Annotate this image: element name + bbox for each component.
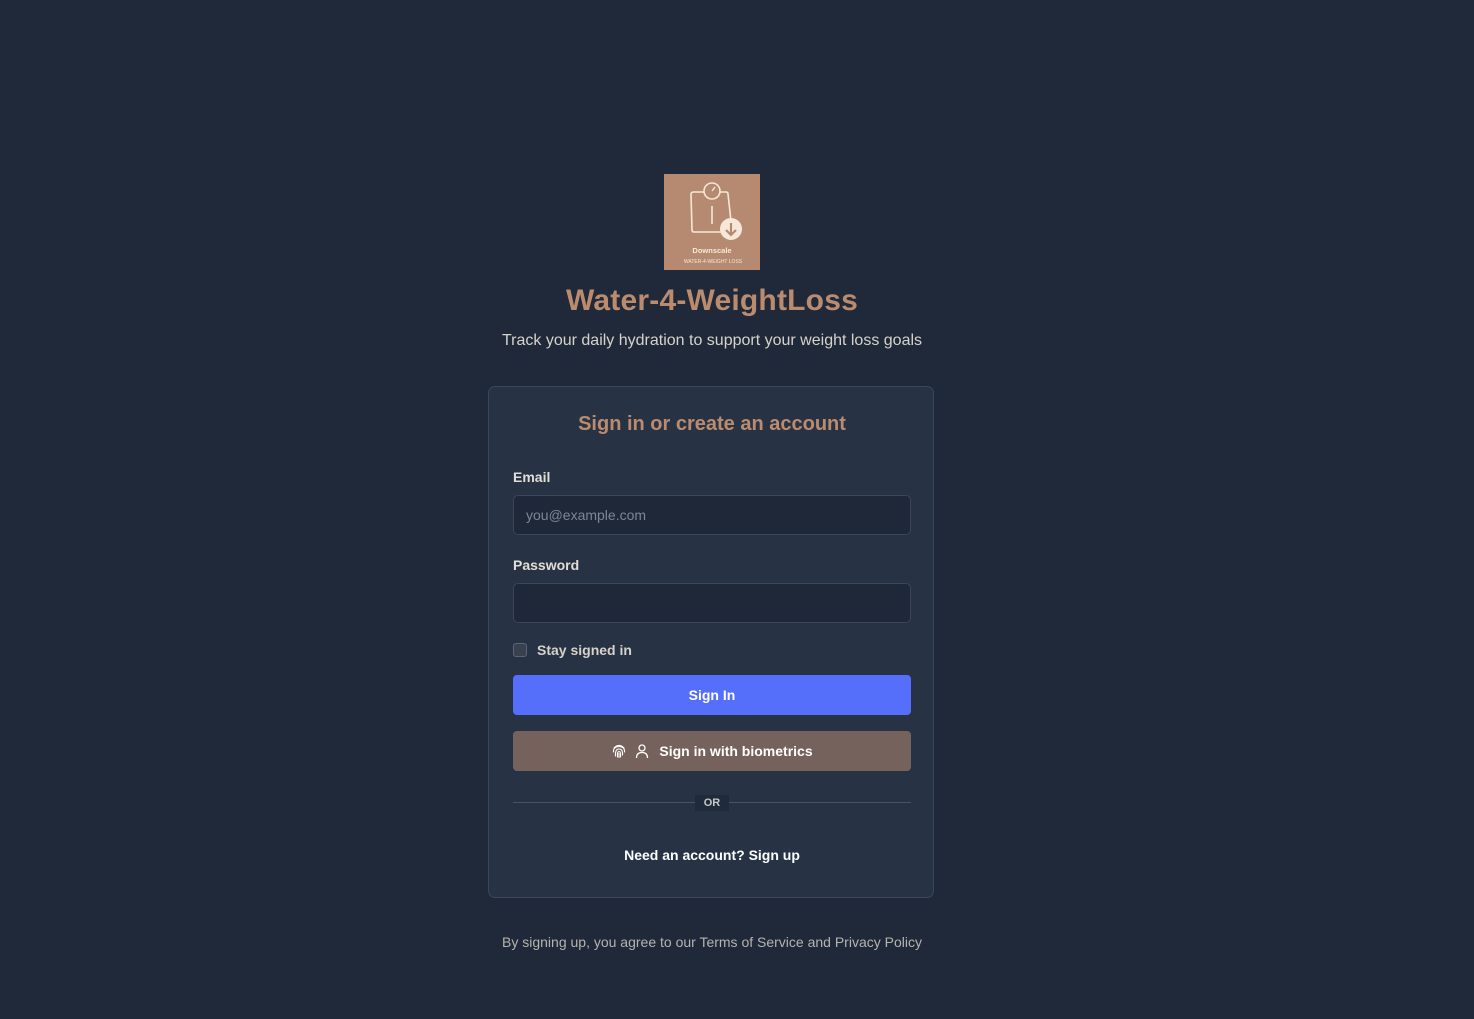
logo-subtext: WATER-4-WEIGHT LOSS [684, 259, 743, 265]
card-title: Sign in or create an account [578, 413, 846, 435]
divider-text: OR [695, 795, 729, 811]
password-label: Password [513, 557, 580, 573]
email-field[interactable] [513, 495, 911, 535]
or-divider: OR [513, 795, 911, 811]
terms-agreement-text: By signing up, you agree to our Terms of… [502, 934, 922, 950]
scale-down-arrow-icon: Downscale WATER-4-WEIGHT LOSS [684, 182, 743, 265]
app-title: Water-4-WeightLoss [566, 284, 858, 317]
login-page: Downscale WATER-4-WEIGHT LOSS Water-4-We… [0, 0, 1474, 1019]
biometric-sign-in-button[interactable]: Sign in with biometrics [513, 731, 911, 771]
fingerprint-icon [611, 743, 627, 759]
sign-in-card: Sign in or create an account Email Passw… [488, 386, 934, 898]
email-label: Email [513, 469, 551, 485]
app-logo: Downscale WATER-4-WEIGHT LOSS [664, 174, 760, 270]
stay-signed-in-label[interactable]: Stay signed in [537, 642, 632, 658]
password-field[interactable] [513, 583, 911, 623]
sign-in-button[interactable]: Sign In [513, 675, 911, 715]
stay-signed-in-row: Stay signed in [513, 641, 632, 659]
logo-text: Downscale [692, 246, 731, 255]
sign-up-link[interactable]: Need an account? Sign up [489, 847, 935, 863]
sign-in-button-label: Sign In [688, 687, 736, 703]
biometric-button-label: Sign in with biometrics [659, 743, 813, 759]
user-icon [635, 743, 649, 759]
stay-signed-in-checkbox[interactable] [513, 643, 527, 657]
app-subtitle: Track your daily hydration to support yo… [501, 332, 923, 349]
